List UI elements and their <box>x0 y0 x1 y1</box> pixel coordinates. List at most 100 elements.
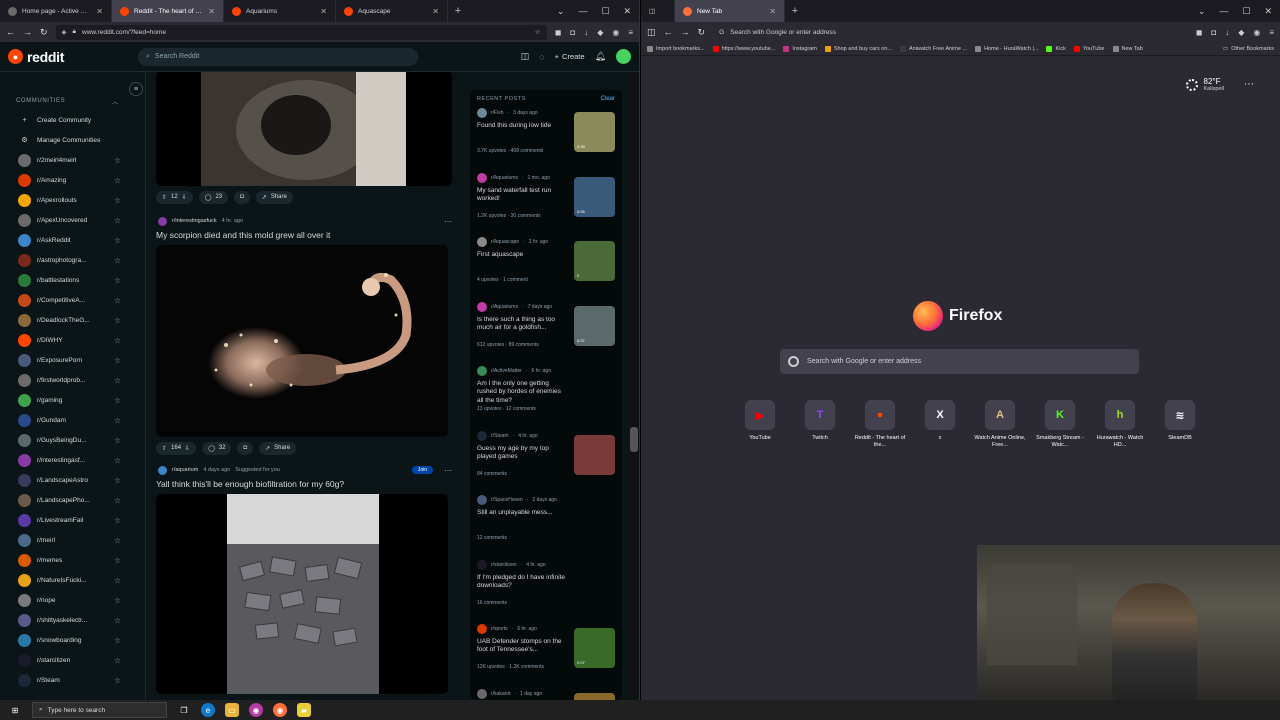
back-icon[interactable]: ← <box>6 27 15 37</box>
award-button[interactable]: ◘ <box>234 190 250 204</box>
close-icon[interactable]: ✕ <box>320 7 327 16</box>
post-title[interactable]: My scorpion died and this mold grew all … <box>156 230 460 240</box>
clear-button[interactable]: Clear <box>601 96 615 102</box>
favorite-star-icon[interactable]: ☆ <box>114 276 121 285</box>
favorite-star-icon[interactable]: ☆ <box>114 296 121 305</box>
sidebar-item[interactable]: r/CompetitiveA... ☆ <box>0 290 145 310</box>
sidebar-item[interactable]: ⚙ Manage Communities <box>0 130 145 150</box>
favorite-star-icon[interactable]: ☆ <box>114 616 121 625</box>
post-media[interactable] <box>156 494 448 694</box>
favorite-star-icon[interactable]: ☆ <box>114 556 121 565</box>
bookmark-item[interactable]: Instagram <box>783 45 817 52</box>
page-scrollbar[interactable] <box>630 72 638 700</box>
recent-post[interactable]: r/Steam · 4 hr. ago Guess my age by my top … <box>477 430 615 496</box>
extension-icon[interactable]: ◆ <box>597 28 603 37</box>
recent-post-thumbnail[interactable]: 0:38 <box>574 112 615 152</box>
sidebar-item[interactable]: r/LandscapePho... ☆ <box>0 490 145 510</box>
menu-icon[interactable]: ≡ <box>1269 28 1274 37</box>
windows-start-icon[interactable]: ⊞ <box>8 703 22 717</box>
chrome-icon[interactable]: ◉ <box>249 703 263 717</box>
edge-icon[interactable]: e <box>201 703 215 717</box>
download-icon[interactable]: ↓ <box>584 28 588 37</box>
minimize-icon[interactable]: — <box>578 6 587 17</box>
sidebar-item[interactable]: + Create Community <box>0 110 145 130</box>
recent-post[interactable]: r/ActiveMatter · 6 hr. ago Am I the only on… <box>477 366 615 431</box>
sidebar-item[interactable]: r/gaming ☆ <box>0 390 145 410</box>
other-bookmarks-folder[interactable]: ▭ Other Bookmarks <box>1223 46 1274 52</box>
more-options-icon[interactable]: ⋯ <box>1244 79 1254 90</box>
sidebar-item[interactable]: r/Amazing ☆ <box>0 170 145 190</box>
recent-post-title[interactable]: Am I the only one getting rushed by hord… <box>477 380 569 405</box>
maximize-icon[interactable]: ☐ <box>1242 6 1250 17</box>
sidebar-item[interactable]: r/DIWHY ☆ <box>0 330 145 350</box>
comments-button[interactable]: ◯ 32 <box>202 441 232 455</box>
post-card[interactable]: r/aquarium 4 days ago Suggested for you … <box>152 463 460 694</box>
top-site-tile[interactable]: h Hurawatch - Watch HD... <box>1090 400 1150 449</box>
recent-post[interactable]: r/Aquariums · 1 mo. ago My sand waterfall t… <box>477 172 615 238</box>
forward-icon[interactable]: → <box>23 27 32 37</box>
new-tab-button[interactable]: + <box>448 5 468 17</box>
reddit-search-input[interactable]: ⌕ Search Reddit <box>138 47 418 66</box>
recent-post-subreddit[interactable]: r/sports <box>491 626 508 632</box>
post-media[interactable] <box>156 245 448 437</box>
create-button[interactable]: + Create <box>555 52 585 61</box>
recent-post-title[interactable]: Still an unplayable mess... <box>477 509 569 517</box>
sidebar-item[interactable]: r/2meirl4meirl ☆ <box>0 150 145 170</box>
post-media[interactable] <box>156 72 452 186</box>
close-icon[interactable]: ✕ <box>769 7 776 16</box>
tab-new-tab[interactable]: New Tab ✕ <box>675 0 785 22</box>
recent-post[interactable]: r/Fish · 3 days ago Found this during low t… <box>477 108 615 173</box>
chevron-down-icon[interactable]: ⌄ <box>557 6 565 17</box>
upvote-icon[interactable]: ⇧ <box>162 194 167 201</box>
bookmark-item[interactable]: https://www.youtube... <box>712 45 775 52</box>
recent-post-title[interactable]: UAB Defender stomps on the foot of Tenne… <box>477 638 569 655</box>
account-icon[interactable]: ◉ <box>612 28 619 37</box>
favorite-star-icon[interactable]: ☆ <box>114 456 121 465</box>
sidebar-item[interactable]: r/AskReddit ☆ <box>0 230 145 250</box>
favorite-star-icon[interactable]: ☆ <box>114 356 121 365</box>
new-tab-search-input[interactable]: Search with Google or enter address <box>780 349 1139 374</box>
favorite-star-icon[interactable]: ☆ <box>114 316 121 325</box>
recent-post-thumbnail[interactable] <box>574 434 615 475</box>
favorite-star-icon[interactable]: ☆ <box>114 196 121 205</box>
more-options-icon[interactable]: ⋯ <box>444 217 452 226</box>
chevron-down-icon[interactable]: ⌄ <box>1198 6 1206 17</box>
post-title[interactable]: Yall think this'll be enough biofiltrati… <box>156 479 460 489</box>
sidebar-item[interactable]: r/shittyaskelectr... ☆ <box>0 610 145 630</box>
recent-post[interactable]: r/Aquascape · 2 hr. ago First aquascape 4 up… <box>477 237 615 302</box>
subreddit-link[interactable]: r/aquarium <box>172 467 198 473</box>
sidebar-item[interactable]: r/starcitizen ☆ <box>0 650 145 670</box>
close-icon[interactable]: ✕ <box>623 6 631 17</box>
back-icon[interactable]: ← <box>664 27 673 37</box>
download-icon[interactable]: ↓ <box>1225 28 1229 37</box>
favorite-star-icon[interactable]: ☆ <box>114 656 121 665</box>
firefox-icon[interactable]: ◉ <box>273 703 287 717</box>
reddit-logo[interactable]: ● reddit <box>8 49 138 65</box>
vote-control[interactable]: ⇧ 12 ⇩ <box>156 190 193 204</box>
recent-post-subreddit[interactable]: r/SpaceHaven <box>491 497 523 503</box>
forward-icon[interactable]: → <box>681 27 690 37</box>
pocket-icon[interactable]: ◘ <box>1211 28 1216 37</box>
bookmark-item[interactable]: YouTube <box>1073 45 1105 52</box>
bookmark-item[interactable]: Import bookmarks... <box>647 45 705 52</box>
favorite-star-icon[interactable]: ☆ <box>114 216 121 225</box>
new-tab-button[interactable]: + <box>785 5 805 17</box>
avatar[interactable] <box>616 49 631 64</box>
award-button[interactable]: ◘ <box>237 441 254 455</box>
subreddit-link[interactable]: r/interestingasfuck <box>172 218 217 224</box>
sidebar-item[interactable]: r/NatureIsFucki... ☆ <box>0 570 145 590</box>
weather-widget[interactable]: 82°F Kalispell <box>1185 77 1224 92</box>
extension-icon[interactable]: ◼ <box>555 28 562 37</box>
close-icon[interactable]: ✕ <box>208 7 215 16</box>
reload-icon[interactable]: ↻ <box>698 27 706 38</box>
app-icon[interactable]: ▰ <box>297 703 311 717</box>
sidebar-item[interactable]: r/LandscapeAstro ☆ <box>0 470 145 490</box>
favorite-star-icon[interactable]: ☆ <box>114 176 121 185</box>
top-site-tile[interactable]: ≋ SteamDB <box>1150 400 1210 449</box>
recent-post[interactable]: r/SpaceHaven · 2 days ago Still an unplayab… <box>477 495 615 560</box>
recent-post-subreddit[interactable]: r/Fish <box>491 110 504 116</box>
recent-post-title[interactable]: Is there such a thing as too much air fo… <box>477 316 569 333</box>
tab-reddit[interactable]: Reddit - The heart of the intern ✕ <box>112 0 224 22</box>
recent-post-title[interactable]: First aquascape <box>477 251 569 259</box>
sidebar-item[interactable]: r/meirl ☆ <box>0 530 145 550</box>
